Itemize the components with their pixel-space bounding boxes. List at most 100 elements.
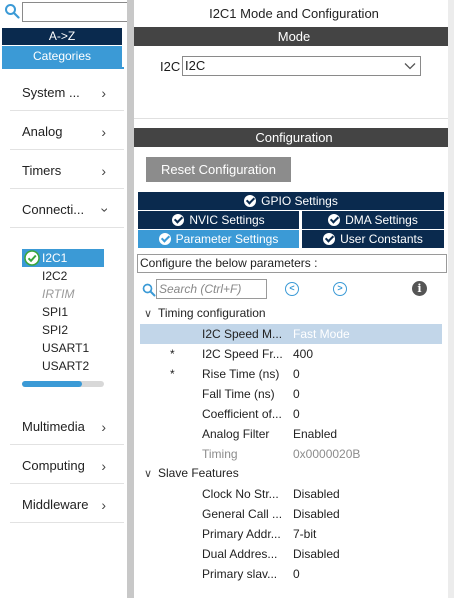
configuration-header: Configuration xyxy=(134,128,454,147)
param-row: Timing 0x0000020B xyxy=(140,444,442,464)
mode-header: Mode xyxy=(134,27,454,46)
param-row[interactable]: * I2C Speed Fr... 400 xyxy=(140,344,442,364)
info-icon[interactable]: i xyxy=(412,281,427,296)
check-circle-icon xyxy=(323,233,336,245)
category-label: Analog xyxy=(22,124,63,139)
peripheral-label: SPI2 xyxy=(42,323,69,337)
vertical-scrollbar[interactable] xyxy=(448,0,454,598)
chevron-right-icon: › xyxy=(101,419,106,435)
check-circle-icon xyxy=(244,195,257,207)
param-name: I2C Speed M... xyxy=(202,327,283,341)
mode-select-value: I2C xyxy=(185,58,206,73)
param-row[interactable]: Coefficient of... 0 xyxy=(140,404,442,424)
peripheral-irtim[interactable]: IRTIM xyxy=(22,285,104,303)
param-row[interactable]: Primary slav... 0 xyxy=(140,564,442,584)
panel-splitter[interactable] xyxy=(127,0,134,598)
chevron-down-icon: ∨ xyxy=(144,468,153,480)
param-value[interactable]: Fast Mode xyxy=(293,324,350,344)
param-name: Coefficient of... xyxy=(202,407,282,421)
mode-field-label: I2C xyxy=(160,59,181,74)
check-circle-icon xyxy=(158,233,171,245)
arrow-left-circle-icon[interactable]: < xyxy=(285,282,299,296)
divider xyxy=(10,483,124,484)
param-value[interactable]: 0 xyxy=(293,384,300,404)
param-value[interactable]: 400 xyxy=(293,344,313,364)
group-label: Timing configuration xyxy=(158,306,266,320)
category-multimedia[interactable]: Multimedia › xyxy=(22,417,122,437)
tab-gpio-settings[interactable]: GPIO Settings xyxy=(138,192,444,210)
divider xyxy=(134,118,454,119)
category-connectivity[interactable]: Connecti... › xyxy=(22,200,122,220)
param-row[interactable]: Dual Addres... Disabled xyxy=(140,544,442,564)
param-name: Primary Addr... xyxy=(202,527,281,541)
tab-label: NVIC Settings xyxy=(189,213,265,227)
category-search-input[interactable] xyxy=(22,2,128,22)
param-row[interactable]: Fall Time (ns) 0 xyxy=(140,384,442,404)
reset-configuration-button[interactable]: Reset Configuration xyxy=(146,157,291,182)
category-computing[interactable]: Computing › xyxy=(22,456,122,476)
param-name: I2C Speed Fr... xyxy=(202,347,283,361)
categories-underline xyxy=(2,67,124,69)
peripheral-i2c1[interactable]: I2C1 xyxy=(22,249,104,267)
peripheral-spi2[interactable]: SPI2 xyxy=(22,321,104,339)
peripheral-label: SPI1 xyxy=(42,305,69,319)
param-value[interactable]: Disabled xyxy=(293,504,340,524)
param-name: Dual Addres... xyxy=(202,547,278,561)
search-placeholder: Search (Ctrl+F) xyxy=(159,282,242,296)
param-value[interactable]: 0 xyxy=(293,404,300,424)
param-value[interactable]: 0 xyxy=(293,564,300,584)
chevron-right-icon: › xyxy=(101,163,106,179)
param-value[interactable]: Enabled xyxy=(293,424,337,444)
category-search-row xyxy=(0,0,128,26)
category-system[interactable]: System ... › xyxy=(22,83,122,103)
param-row[interactable]: Clock No Str... Disabled xyxy=(140,484,442,504)
tab-nvic-settings[interactable]: NVIC Settings xyxy=(138,211,299,229)
peripheral-i2c2[interactable]: I2C2 xyxy=(22,267,104,285)
category-timers[interactable]: Timers › xyxy=(22,161,122,181)
category-label: Middleware xyxy=(22,497,89,512)
categories-tab[interactable]: Categories xyxy=(2,46,122,67)
peripheral-usart2[interactable]: USART2 xyxy=(22,357,104,375)
tab-label: DMA Settings xyxy=(345,213,418,227)
peripheral-usart1[interactable]: USART1 xyxy=(22,339,104,357)
arrow-right-circle-icon[interactable]: > xyxy=(333,282,347,296)
divider xyxy=(10,444,124,445)
category-middleware[interactable]: Middleware › xyxy=(22,495,122,515)
peripheral-label: USART1 xyxy=(42,341,90,355)
tab-parameter-settings[interactable]: Parameter Settings xyxy=(138,230,299,248)
tab-user-constants[interactable]: User Constants xyxy=(302,230,444,248)
group-slave-features[interactable]: ∨ Slave Features xyxy=(144,464,239,482)
param-row[interactable]: I2C Speed M... Fast Mode xyxy=(140,324,442,344)
peripheral-label: I2C2 xyxy=(42,269,68,283)
param-row[interactable]: Primary Addr... 7-bit xyxy=(140,524,442,544)
param-name: Primary slav... xyxy=(202,567,278,581)
check-circle-icon xyxy=(172,214,185,226)
scrollbar-thumb[interactable] xyxy=(22,381,82,387)
parameter-search-input[interactable]: Search (Ctrl+F) xyxy=(156,279,267,299)
peripheral-spi1[interactable]: SPI1 xyxy=(22,303,104,321)
param-name: Fall Time (ns) xyxy=(202,387,275,401)
peripheral-list-scrollbar[interactable] xyxy=(22,381,104,387)
category-label: Connecti... xyxy=(22,202,85,217)
param-value[interactable]: 0 xyxy=(293,364,300,384)
param-value: 0x0000020B xyxy=(293,447,361,461)
group-timing-configuration[interactable]: ∨ Timing configuration xyxy=(144,304,266,322)
category-analog[interactable]: Analog › xyxy=(22,122,122,142)
param-value[interactable]: 7-bit xyxy=(293,524,316,544)
sort-az-button[interactable]: A->Z xyxy=(2,28,122,45)
param-value[interactable]: Disabled xyxy=(293,484,340,504)
param-value[interactable]: Disabled xyxy=(293,544,340,564)
search-icon[interactable] xyxy=(4,3,20,19)
check-circle-icon xyxy=(24,250,40,266)
required-marker: * xyxy=(170,347,175,361)
peripheral-label: I2C1 xyxy=(42,251,68,265)
param-name: Rise Time (ns) xyxy=(202,367,280,381)
divider xyxy=(10,188,124,189)
tab-dma-settings[interactable]: DMA Settings xyxy=(302,211,444,229)
left-panel: A->Z Categories System ... › Analog › Ti… xyxy=(0,0,128,598)
param-row[interactable]: General Call ... Disabled xyxy=(140,504,442,524)
param-row[interactable]: * Rise Time (ns) 0 xyxy=(140,364,442,384)
param-row[interactable]: Analog Filter Enabled xyxy=(140,424,442,444)
category-label: System ... xyxy=(22,85,80,100)
mode-select[interactable]: I2C xyxy=(182,56,421,76)
